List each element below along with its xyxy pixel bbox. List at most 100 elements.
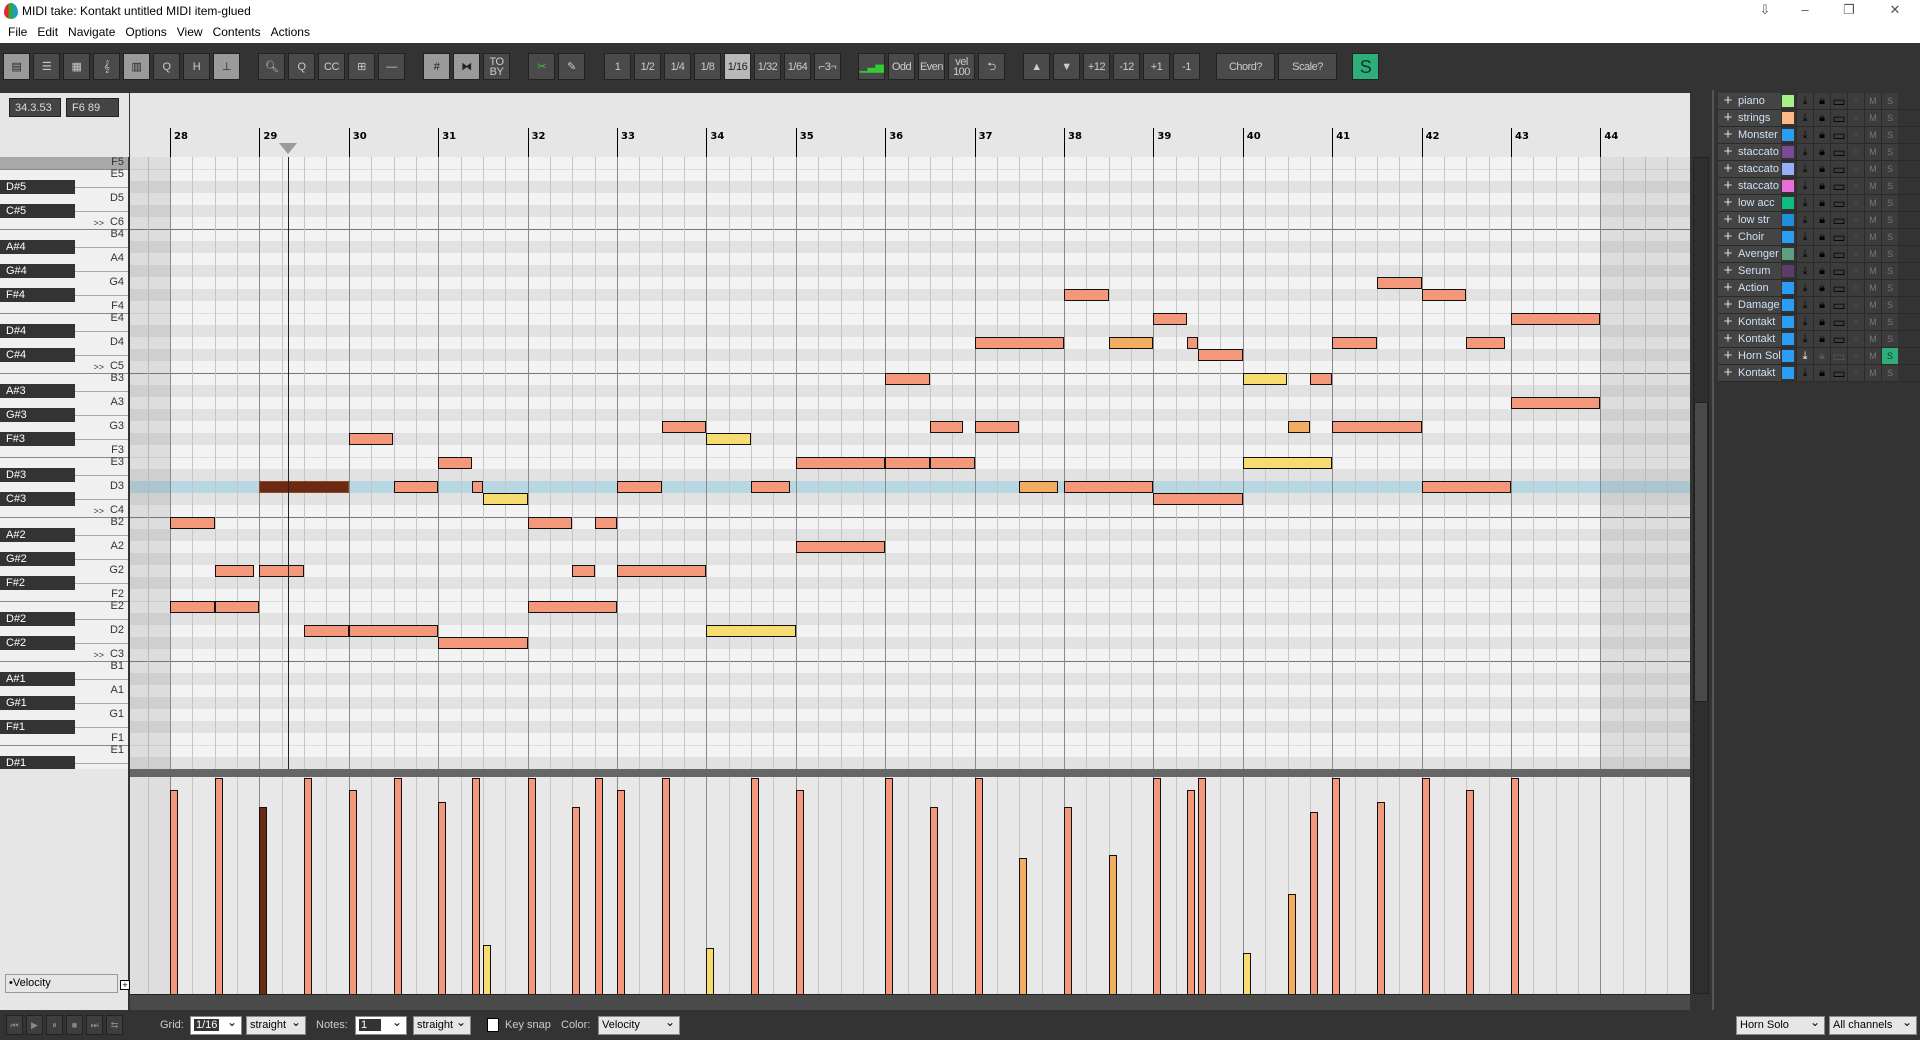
white-key-label[interactable]: E5 [111,168,124,180]
lane-divider-handle[interactable] [130,769,1690,777]
black-key[interactable]: A#1 [0,672,75,686]
solo-button[interactable]: S [1881,93,1898,109]
monitor-icon[interactable]: ▭ [1830,212,1847,228]
midi-note[interactable] [929,457,975,469]
lock-icon[interactable]: 🔒︎ [1813,195,1830,211]
track-row[interactable]: +Horn Solo ⤓🔒︎▭●MS [1718,348,1920,365]
record-arm-icon[interactable]: ● [1847,229,1864,245]
midi-note[interactable] [1153,493,1243,505]
add-track-icon[interactable]: + [1718,263,1738,279]
mute-button[interactable]: M [1864,297,1881,313]
add-track-icon[interactable]: + [1718,365,1738,381]
white-key-label[interactable]: F5 [111,157,124,168]
velocity-bar[interactable] [471,778,480,994]
solo-button[interactable]: S [1881,297,1898,313]
cc-lane-selector[interactable]: •Velocity [5,974,118,993]
lock-icon[interactable]: 🔒︎ [1813,331,1830,347]
add-track-icon[interactable]: + [1718,297,1738,313]
piano-keyboard[interactable]: F5 E5 D#5 D5 C#5 C6 >> B4 A#4 A4 G#4 G4 F#4 F4 E4 D#4 D4… [0,157,130,769]
input-icon[interactable]: ⤓ [1796,280,1813,296]
record-arm-icon[interactable]: ● [1847,127,1864,143]
track-name[interactable]: Avenger [1738,246,1781,262]
toolbar-1-16-button[interactable]: 1/16 [724,53,751,80]
add-track-icon[interactable]: + [1718,348,1738,364]
white-key-label[interactable]: A2 [111,540,124,552]
transpose-down-button[interactable]: ▼ [1053,53,1080,80]
track-row[interactable]: + strings ⤓ 🔒︎ ▭ ● M S [1718,110,1920,127]
toolbar-1-4-button[interactable]: 1/4 [664,53,691,80]
midi-note[interactable] [706,433,752,445]
midi-note[interactable] [1287,421,1310,433]
record-arm-icon[interactable]: ● [1847,280,1864,296]
skip-back-button[interactable]: ⏮ [6,1015,23,1035]
toolbar--12-button[interactable]: +12 [1083,53,1110,80]
solo-button[interactable]: S [1881,365,1898,381]
midi-note[interactable] [795,541,886,553]
track-row[interactable]: + staccato ⤓ 🔒︎ ▭ ● M S [1718,161,1920,178]
midi-note[interactable] [572,565,595,577]
solo-button[interactable]: S [1881,331,1898,347]
mute-button[interactable]: M [1864,314,1881,330]
midi-note[interactable] [438,637,528,649]
black-key[interactable]: G#1 [0,696,75,710]
midi-note[interactable] [1064,289,1109,301]
midi-note[interactable] [974,337,1064,349]
minimize-button[interactable]: – [1790,2,1820,20]
lock-icon[interactable]: 🔒︎ [1813,263,1830,279]
velocity-bar[interactable] [751,778,760,994]
record-arm-icon[interactable]: ● [1847,297,1864,313]
quantize-button[interactable]: Q [153,53,180,80]
input-icon[interactable]: ⤓ [1796,178,1813,194]
black-key[interactable]: D#3 [0,468,75,482]
record-arm-icon[interactable]: ● [1847,348,1864,364]
toolbar-vel-100-button[interactable]: vel 100 [948,53,975,80]
midi-note[interactable] [1064,481,1154,493]
add-track-icon[interactable]: + [1718,110,1738,126]
midi-note[interactable] [527,601,617,613]
monitor-icon[interactable]: ▭ [1830,195,1847,211]
midi-note[interactable] [1198,349,1243,361]
solo-button[interactable]: S [1881,144,1898,160]
white-key-label[interactable]: B3 [111,372,124,384]
white-key-label[interactable]: D3 [110,480,124,492]
midi-note[interactable] [594,517,617,529]
skip-forward-button[interactable]: ⏭ [86,1015,103,1035]
track-name[interactable]: Action [1738,280,1781,296]
input-icon[interactable]: ⤓ [1796,263,1813,279]
monitor-icon[interactable]: ▭ [1830,331,1847,347]
mute-button[interactable]: M [1864,331,1881,347]
midi-note[interactable] [259,565,305,577]
velocity-bar[interactable] [1421,778,1430,994]
add-track-icon[interactable]: + [1718,195,1738,211]
midi-note[interactable] [1186,337,1199,349]
track-row[interactable]: + piano ⤓ 🔒︎ ▭ ● M S [1718,93,1920,110]
velocity-bar[interactable] [438,801,447,994]
toolbar-1-32-button[interactable]: 1/32 [754,53,781,80]
note-grid[interactable] [130,157,1690,769]
white-key-label[interactable]: A4 [111,252,124,264]
white-key-label[interactable]: F4 [111,300,124,312]
midi-note[interactable] [706,625,796,637]
white-key-label[interactable]: G3 [109,420,124,432]
add-track-icon[interactable]: + [1718,178,1738,194]
black-key[interactable]: C#2 [0,636,75,650]
white-key-label[interactable]: C3 [110,648,124,660]
pause-button[interactable]: ⏸ [46,1015,63,1035]
midi-note[interactable] [170,601,215,613]
white-key-label[interactable]: B1 [111,660,124,672]
toolbar-even-button[interactable]: Even [918,53,945,80]
black-key[interactable]: C#3 [0,492,75,506]
midi-note[interactable] [661,421,707,433]
white-key-label[interactable]: F1 [111,732,124,744]
mute-button[interactable]: M [1864,263,1881,279]
add-track-icon[interactable]: + [1718,229,1738,245]
white-key-label[interactable]: E3 [111,456,124,468]
track-name[interactable]: Kontakt [1738,331,1781,347]
mute-button[interactable]: M [1864,195,1881,211]
lock-icon[interactable]: 🔒︎ [1813,127,1830,143]
lock-icon[interactable]: 🔒︎ [1813,161,1830,177]
black-key[interactable]: A#2 [0,528,75,542]
lock-icon[interactable]: 🔒︎ [1813,178,1830,194]
velocity-bar[interactable] [482,944,491,994]
input-icon[interactable]: ⤓ [1796,229,1813,245]
